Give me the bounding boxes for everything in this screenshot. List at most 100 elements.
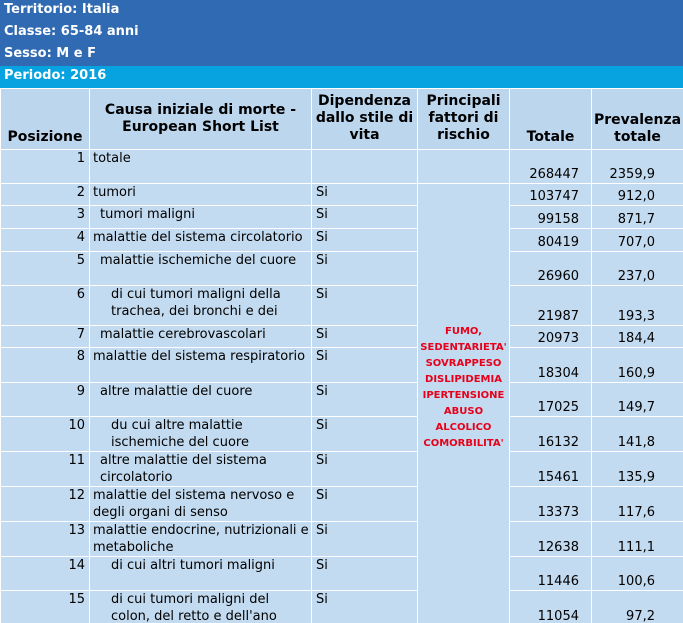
prevalence-cell: 912,0 (591, 183, 683, 206)
header-row: Posizione Causa iniziale di morte - Euro… (0, 88, 683, 150)
prevalence-cell: 707,0 (591, 228, 683, 252)
periodo-label: Periodo: 2016 (0, 66, 683, 88)
dependency-cell: Si (311, 451, 418, 487)
table-row: 3 tumori maligni Si 99158 871,7 (0, 205, 683, 229)
total-cell: 13373 (509, 486, 592, 522)
prevalence-cell: 100,6 (591, 556, 683, 591)
prevalence-cell: 135,9 (591, 451, 683, 487)
risk-factor: COMORBILITA' (423, 438, 504, 449)
dependency-cell: Si (311, 228, 418, 252)
position-cell: 9 (0, 382, 90, 417)
total-cell: 99158 (509, 205, 592, 229)
prevalence-cell: 117,6 (591, 486, 683, 522)
prevalence-cell: 184,4 (591, 325, 683, 348)
total-cell: 16132 (509, 416, 592, 452)
sesso-label: Sesso: M e F (0, 44, 683, 66)
col-prevalenza: Prevalenza totale (591, 88, 683, 150)
table-row: 1 totale 268447 2359,9 (0, 149, 683, 184)
cause-cell: di cui tumori maligni del colon, del ret… (89, 590, 312, 623)
risk-factor: IPERTENSIONE (422, 390, 505, 401)
table-row: 12 malattie del sistema nervoso e degli … (0, 486, 683, 522)
dependency-cell: Si (311, 556, 418, 591)
prevalence-cell: 193,3 (591, 285, 683, 326)
dependency-cell: Si (311, 416, 418, 452)
risk-factor: FUMO, (445, 326, 482, 337)
prevalence-cell: 871,7 (591, 205, 683, 229)
total-cell: 80419 (509, 228, 592, 252)
total-cell: 11446 (509, 556, 592, 591)
col-fattori: Principali fattori di rischio (417, 88, 510, 150)
table-row: 5 malattie ischemiche del cuore Si 26960… (0, 251, 683, 286)
dependency-cell: Si (311, 205, 418, 229)
prevalence-cell: 97,2 (591, 590, 683, 623)
table-row: 2 tumori Si FUMO, SEDENTARIETA' SOVRAPPE… (0, 183, 683, 623)
risk-factor: SOVRAPPESO (425, 358, 502, 369)
territorio-label: Territorio: Italia (0, 0, 683, 22)
table-row: 4 malattie del sistema circolatorio Si 8… (0, 228, 683, 252)
total-cell: 103747 (509, 183, 592, 206)
cause-cell: du cui altre malattie ischemiche del cuo… (89, 416, 312, 452)
total-cell: 20973 (509, 325, 592, 348)
col-causa: Causa iniziale di morte - European Short… (89, 88, 312, 150)
cause-cell: malattie del sistema nervoso e degli org… (89, 486, 312, 522)
total-cell: 17025 (509, 382, 592, 417)
total-cell: 11054 (509, 590, 592, 623)
table-row: 13 malattie endocrine, nutrizionali e me… (0, 521, 683, 557)
dependency-cell: Si (311, 486, 418, 522)
position-cell: 1 (0, 149, 90, 184)
position-cell: 10 (0, 416, 90, 452)
table-row: 14 di cui altri tumori maligni Si 11446 … (0, 556, 683, 591)
prevalence-cell: 160,9 (591, 347, 683, 383)
dependency-cell: Si (311, 590, 418, 623)
total-cell: 18304 (509, 347, 592, 383)
prevalence-cell: 111,1 (591, 521, 683, 557)
dependency-cell: Si (311, 347, 418, 383)
position-cell: 8 (0, 347, 90, 383)
prevalence-cell: 237,0 (591, 251, 683, 286)
classe-label: Classe: 65-84 anni (0, 22, 683, 44)
position-cell: 14 (0, 556, 90, 591)
cause-cell: malattie del sistema circolatorio (89, 228, 312, 252)
dependency-cell (311, 149, 418, 184)
position-cell: 4 (0, 228, 90, 252)
total-cell: 268447 (509, 149, 592, 184)
position-cell: 6 (0, 285, 90, 326)
mortality-table: Posizione Causa iniziale di morte - Euro… (0, 88, 683, 623)
table-row: 15 di cui tumori maligni del colon, del … (0, 590, 683, 623)
table-row: 6 di cui tumori maligni della trachea, d… (0, 285, 683, 326)
dependency-cell: Si (311, 382, 418, 417)
table-row: 10 du cui altre malattie ischemiche del … (0, 416, 683, 452)
position-cell: 7 (0, 325, 90, 348)
cause-cell: tumori (89, 183, 312, 206)
total-cell: 26960 (509, 251, 592, 286)
col-dipendenza: Dipendenza dallo stile di vita (311, 88, 418, 150)
total-cell: 12638 (509, 521, 592, 557)
prevalence-cell: 2359,9 (591, 149, 683, 184)
table-row: 9 altre malattie del cuore Si 17025 149,… (0, 382, 683, 417)
col-posizione: Posizione (0, 88, 90, 150)
position-cell: 2 (0, 183, 90, 206)
cause-cell: altre malattie del cuore (89, 382, 312, 417)
cause-cell: malattie cerebrovascolari (89, 325, 312, 348)
risk-factor: DISLIPIDEMIA (425, 374, 502, 385)
risk-factor: ABUSO (443, 406, 484, 417)
dependency-cell: Si (311, 521, 418, 557)
table-row: 8 malattie del sistema respiratorio Si 1… (0, 347, 683, 383)
cause-cell: di cui altri tumori maligni (89, 556, 312, 591)
cause-cell: di cui tumori maligni della trachea, dei… (89, 285, 312, 326)
total-cell: 21987 (509, 285, 592, 326)
cause-cell: malattie del sistema respiratorio (89, 347, 312, 383)
cause-cell: totale (89, 149, 312, 184)
dependency-cell: Si (311, 325, 418, 348)
risk-factors-cell: FUMO, SEDENTARIETA' SOVRAPPESO DISLIPIDE… (417, 183, 510, 623)
risk-empty-cell (417, 149, 510, 184)
cause-cell: altre malattie del sistema circolatorio (89, 451, 312, 487)
total-cell: 15461 (509, 451, 592, 487)
prevalence-cell: 141,8 (591, 416, 683, 452)
position-cell: 11 (0, 451, 90, 487)
dependency-cell: Si (311, 251, 418, 286)
risk-factor: ALCOLICO (435, 422, 492, 433)
risk-factor: SEDENTARIETA' (420, 342, 507, 353)
position-cell: 13 (0, 521, 90, 557)
position-cell: 3 (0, 205, 90, 229)
